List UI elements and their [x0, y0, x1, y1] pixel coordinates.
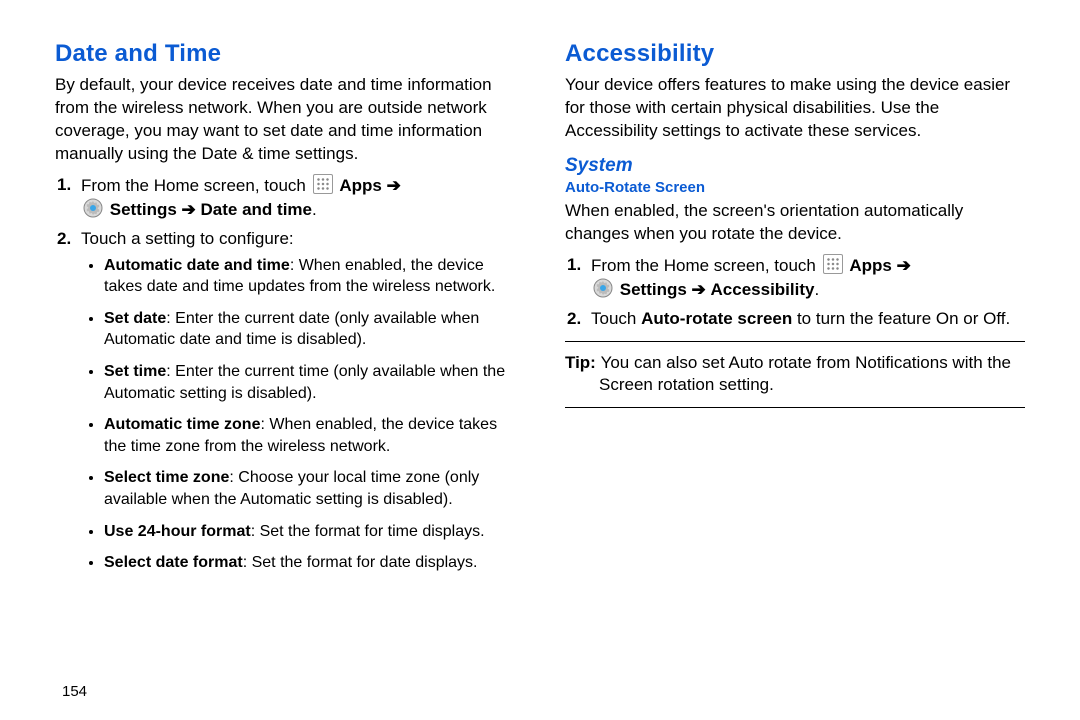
right-column: Accessibility Your device offers feature…: [540, 40, 1025, 700]
divider-top: [565, 341, 1025, 342]
settings-gear-icon: [83, 198, 103, 218]
system-heading: System: [565, 155, 1025, 177]
date-time-intro: By default, your device receives date an…: [55, 74, 515, 166]
date-time-heading: Date and Time: [55, 40, 515, 68]
auto-rotate-bold: Auto-rotate screen: [641, 309, 792, 328]
ar-step-2-suffix: to turn the feature On or Off.: [792, 309, 1010, 328]
divider-bottom: [565, 407, 1025, 408]
apps-label: Apps: [339, 176, 382, 195]
step-2: 2. Touch a setting to configure: Automat…: [81, 228, 515, 574]
settings-gear-icon-2: [593, 278, 613, 298]
step-1-text: From the Home screen, touch: [81, 176, 311, 195]
ar-step-1-text: From the Home screen, touch: [591, 256, 821, 275]
left-column: Date and Time By default, your device re…: [55, 40, 540, 700]
arrow-icon: ➔: [387, 176, 401, 195]
step-2-text: Touch a setting to configure:: [81, 229, 294, 248]
date-and-time-label: Date and time: [201, 200, 312, 219]
arrow-icon-4: ➔: [692, 280, 706, 299]
tip-block: Tip: You can also set Auto rotate from N…: [565, 352, 1025, 398]
settings-label-2: Settings: [620, 280, 687, 299]
page-number: 154: [62, 683, 87, 700]
tip-text: You can also set Auto rotate from Notifi…: [599, 353, 1011, 395]
auto-rotate-intro: When enabled, the screen's orientation a…: [565, 200, 1025, 246]
apps-label-2: Apps: [849, 256, 892, 275]
accessibility-heading: Accessibility: [565, 40, 1025, 68]
bullet-auto-date-time: Automatic date and time: When enabled, t…: [104, 255, 515, 298]
arrow-icon-2: ➔: [182, 200, 196, 219]
auto-rotate-heading: Auto-Rotate Screen: [565, 179, 1025, 196]
apps-grid-icon: [823, 254, 843, 274]
accessibility-label: Accessibility: [711, 280, 815, 299]
ar-step-1: 1. From the Home screen, touch Apps ➔ Se…: [591, 254, 1025, 302]
bullet-date-format: Select date format: Set the format for d…: [104, 552, 515, 574]
accessibility-intro: Your device offers features to make usin…: [565, 74, 1025, 143]
apps-grid-icon: [313, 174, 333, 194]
tip-label: Tip:: [565, 353, 601, 372]
step-1: 1. From the Home screen, touch Apps ➔ Se…: [81, 174, 515, 222]
bullet-select-time-zone: Select time zone: Choose your local time…: [104, 467, 515, 510]
bullet-24-hour: Use 24-hour format: Set the format for t…: [104, 521, 515, 543]
settings-label: Settings: [110, 200, 177, 219]
bullet-set-time: Set time: Enter the current time (only a…: [104, 361, 515, 404]
ar-step-2: 2. Touch Auto-rotate screen to turn the …: [591, 308, 1025, 331]
date-time-steps: 1. From the Home screen, touch Apps ➔ Se…: [55, 174, 515, 574]
ar-step-2-prefix: Touch: [591, 309, 641, 328]
arrow-icon-3: ➔: [897, 256, 911, 275]
auto-rotate-steps: 1. From the Home screen, touch Apps ➔ Se…: [565, 254, 1025, 331]
bullet-set-date: Set date: Enter the current date (only a…: [104, 308, 515, 351]
bullet-auto-time-zone: Automatic time zone: When enabled, the d…: [104, 414, 515, 457]
settings-bullets: Automatic date and time: When enabled, t…: [81, 255, 515, 574]
